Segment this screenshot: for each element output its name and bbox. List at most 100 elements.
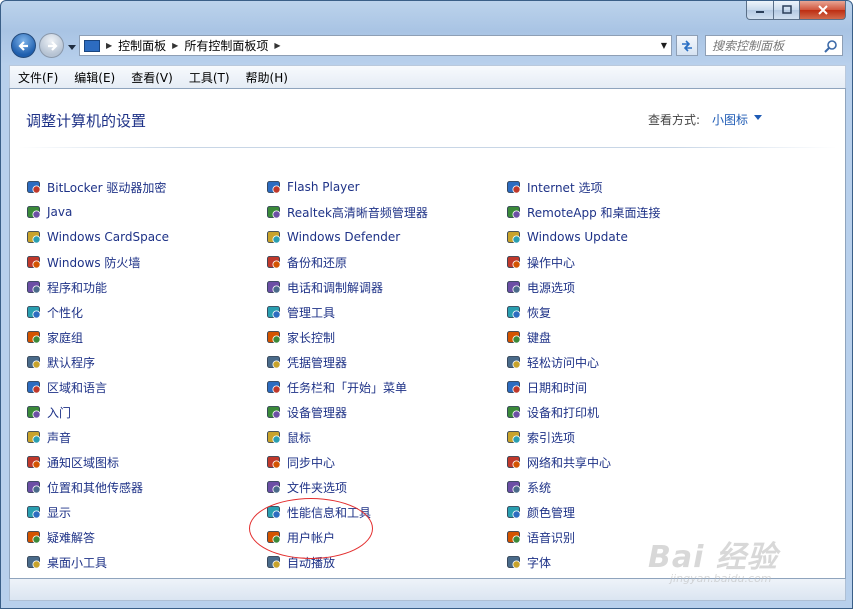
control-panel-item[interactable]: 管理工具 bbox=[266, 303, 335, 321]
control-panel-item[interactable]: 语音识别 bbox=[506, 528, 575, 546]
control-panel-item-label: 设备和打印机 bbox=[527, 405, 600, 420]
control-panel-item[interactable]: 区域和语言 bbox=[26, 378, 107, 396]
control-panel-item[interactable]: 用户帐户 bbox=[266, 528, 335, 546]
network-sharing-icon bbox=[506, 454, 522, 470]
control-panel-item[interactable]: 个性化 bbox=[26, 303, 83, 321]
control-panel-item[interactable]: 操作中心 bbox=[506, 253, 575, 271]
control-panel-item[interactable]: Internet 选项 bbox=[506, 178, 602, 196]
control-panel-item[interactable]: 声音 bbox=[26, 428, 71, 446]
content-pane: 调整计算机的设置 查看方式: 小图标 BitLocker 驱动器加密 Java Wi… bbox=[9, 88, 846, 579]
control-panel-item[interactable]: 同步中心 bbox=[266, 453, 335, 471]
control-panel-item[interactable]: 任务栏和「开始」菜单 bbox=[266, 378, 407, 396]
java-icon bbox=[26, 204, 42, 220]
control-panel-item-label: BitLocker 驱动器加密 bbox=[47, 180, 167, 195]
breadcrumb-control-panel[interactable]: 控制面板 bbox=[118, 37, 166, 54]
view-by-selector[interactable]: 小图标 bbox=[712, 111, 748, 128]
page-title: 调整计算机的设置 bbox=[26, 112, 147, 130]
autoplay-icon bbox=[266, 554, 282, 570]
notification-icons-icon bbox=[26, 454, 42, 470]
control-panel-item[interactable]: 文件夹选项 bbox=[266, 478, 347, 496]
control-panel-item-label: 字体 bbox=[527, 555, 552, 570]
menu-tools[interactable]: 工具(T) bbox=[181, 69, 238, 86]
control-panel-item[interactable]: 性能信息和工具 bbox=[266, 503, 371, 521]
maximize-button[interactable] bbox=[774, 1, 800, 20]
control-panel-item-label: 鼠标 bbox=[287, 430, 312, 445]
control-panel-item[interactable]: 设备管理器 bbox=[266, 403, 347, 421]
control-panel-item[interactable]: 位置和其他传感器 bbox=[26, 478, 143, 496]
search-box[interactable] bbox=[705, 35, 843, 56]
forward-arrow-icon bbox=[47, 40, 58, 51]
control-panel-item[interactable]: 电源选项 bbox=[506, 278, 575, 296]
address-bar[interactable]: ▶ 控制面板 ▶ 所有控制面板项 ▶ ▼ bbox=[79, 35, 672, 56]
control-panel-item[interactable]: 轻松访问中心 bbox=[506, 353, 599, 371]
control-panel-item[interactable]: BitLocker 驱动器加密 bbox=[26, 178, 166, 196]
control-panel-item-label: 同步中心 bbox=[287, 455, 336, 470]
speech-recognition-icon bbox=[506, 529, 522, 545]
control-panel-item-label: Flash Player bbox=[287, 180, 360, 194]
search-input[interactable] bbox=[712, 38, 824, 53]
control-panel-item-label: 入门 bbox=[47, 405, 72, 420]
control-panel-item-label: Windows Update bbox=[527, 230, 628, 244]
control-panel-item[interactable]: 电话和调制解调器 bbox=[266, 278, 383, 296]
control-panel-item[interactable]: 疑难解答 bbox=[26, 528, 95, 546]
control-panel-item[interactable]: 字体 bbox=[506, 553, 551, 571]
control-panel-item[interactable]: Java bbox=[26, 203, 72, 221]
control-panel-item[interactable]: 家长控制 bbox=[266, 328, 335, 346]
control-panel-item[interactable]: 桌面小工具 bbox=[26, 553, 107, 571]
control-panel-item[interactable]: 网络和共享中心 bbox=[506, 453, 611, 471]
control-panel-item-label: 家长控制 bbox=[287, 330, 336, 345]
control-panel-item[interactable]: Windows CardSpace bbox=[26, 228, 169, 246]
menu-help[interactable]: 帮助(H) bbox=[238, 69, 296, 86]
control-panel-item[interactable]: 日期和时间 bbox=[506, 378, 587, 396]
user-accounts-icon bbox=[266, 529, 282, 545]
control-panel-item[interactable]: Windows Update bbox=[506, 228, 628, 246]
control-panel-item[interactable]: 通知区域图标 bbox=[26, 453, 119, 471]
internet-options-icon bbox=[506, 179, 522, 195]
refresh-button[interactable] bbox=[676, 35, 698, 56]
control-panel-item[interactable]: Realtek高清晰音频管理器 bbox=[266, 203, 428, 221]
control-panel-item-label: 性能信息和工具 bbox=[287, 505, 372, 520]
control-panel-item[interactable]: 设备和打印机 bbox=[506, 403, 599, 421]
control-panel-item[interactable]: 显示 bbox=[26, 503, 71, 521]
close-button[interactable] bbox=[800, 1, 846, 20]
view-by-dropdown-icon[interactable] bbox=[754, 115, 762, 120]
control-panel-item[interactable]: 索引选项 bbox=[506, 428, 575, 446]
breadcrumb-separator-icon: ▶ bbox=[274, 41, 281, 50]
display-icon bbox=[26, 504, 42, 520]
control-panel-item[interactable]: 备份和还原 bbox=[266, 253, 347, 271]
control-panel-item[interactable]: 颜色管理 bbox=[506, 503, 575, 521]
control-panel-item[interactable]: 默认程序 bbox=[26, 353, 95, 371]
minimize-button[interactable] bbox=[746, 1, 774, 20]
back-button[interactable] bbox=[11, 33, 36, 58]
control-panel-item[interactable]: 键盘 bbox=[506, 328, 551, 346]
control-panel-item-label: Windows Defender bbox=[287, 230, 401, 244]
control-panel-item-label: Windows CardSpace bbox=[47, 230, 170, 244]
control-panel-item[interactable]: 恢复 bbox=[506, 303, 551, 321]
menu-view[interactable]: 查看(V) bbox=[123, 69, 181, 86]
recent-pages-dropdown[interactable] bbox=[68, 40, 76, 54]
control-panel-item[interactable]: 入门 bbox=[26, 403, 71, 421]
forward-button[interactable] bbox=[39, 33, 64, 58]
menu-edit[interactable]: 编辑(E) bbox=[66, 69, 123, 86]
control-panel-item[interactable]: 家庭组 bbox=[26, 328, 83, 346]
address-history-dropdown[interactable]: ▼ bbox=[661, 41, 667, 50]
control-panel-item[interactable]: Windows 防火墙 bbox=[26, 253, 140, 271]
control-panel-item[interactable]: 系统 bbox=[506, 478, 551, 496]
control-panel-item[interactable]: 鼠标 bbox=[266, 428, 311, 446]
control-panel-item[interactable]: Flash Player bbox=[266, 178, 360, 196]
breadcrumb-all-items[interactable]: 所有控制面板项 bbox=[184, 37, 268, 54]
control-panel-item-label: 网络和共享中心 bbox=[527, 455, 612, 470]
control-panel-item-label: 轻松访问中心 bbox=[527, 355, 600, 370]
control-panel-item-label: RemoteApp 和桌面连接 bbox=[527, 205, 661, 220]
devices-printers-icon bbox=[506, 404, 522, 420]
keyboard-icon bbox=[506, 329, 522, 345]
control-panel-item[interactable]: 程序和功能 bbox=[26, 278, 107, 296]
control-panel-item-label: 电源选项 bbox=[527, 280, 576, 295]
control-panel-item-label: 键盘 bbox=[527, 330, 552, 345]
control-panel-item[interactable]: RemoteApp 和桌面连接 bbox=[506, 203, 661, 221]
control-panel-item-label: 区域和语言 bbox=[47, 380, 108, 395]
control-panel-item[interactable]: Windows Defender bbox=[266, 228, 400, 246]
control-panel-item[interactable]: 凭据管理器 bbox=[266, 353, 347, 371]
menu-file[interactable]: 文件(F) bbox=[10, 69, 66, 86]
control-panel-item[interactable]: 自动播放 bbox=[266, 553, 335, 571]
